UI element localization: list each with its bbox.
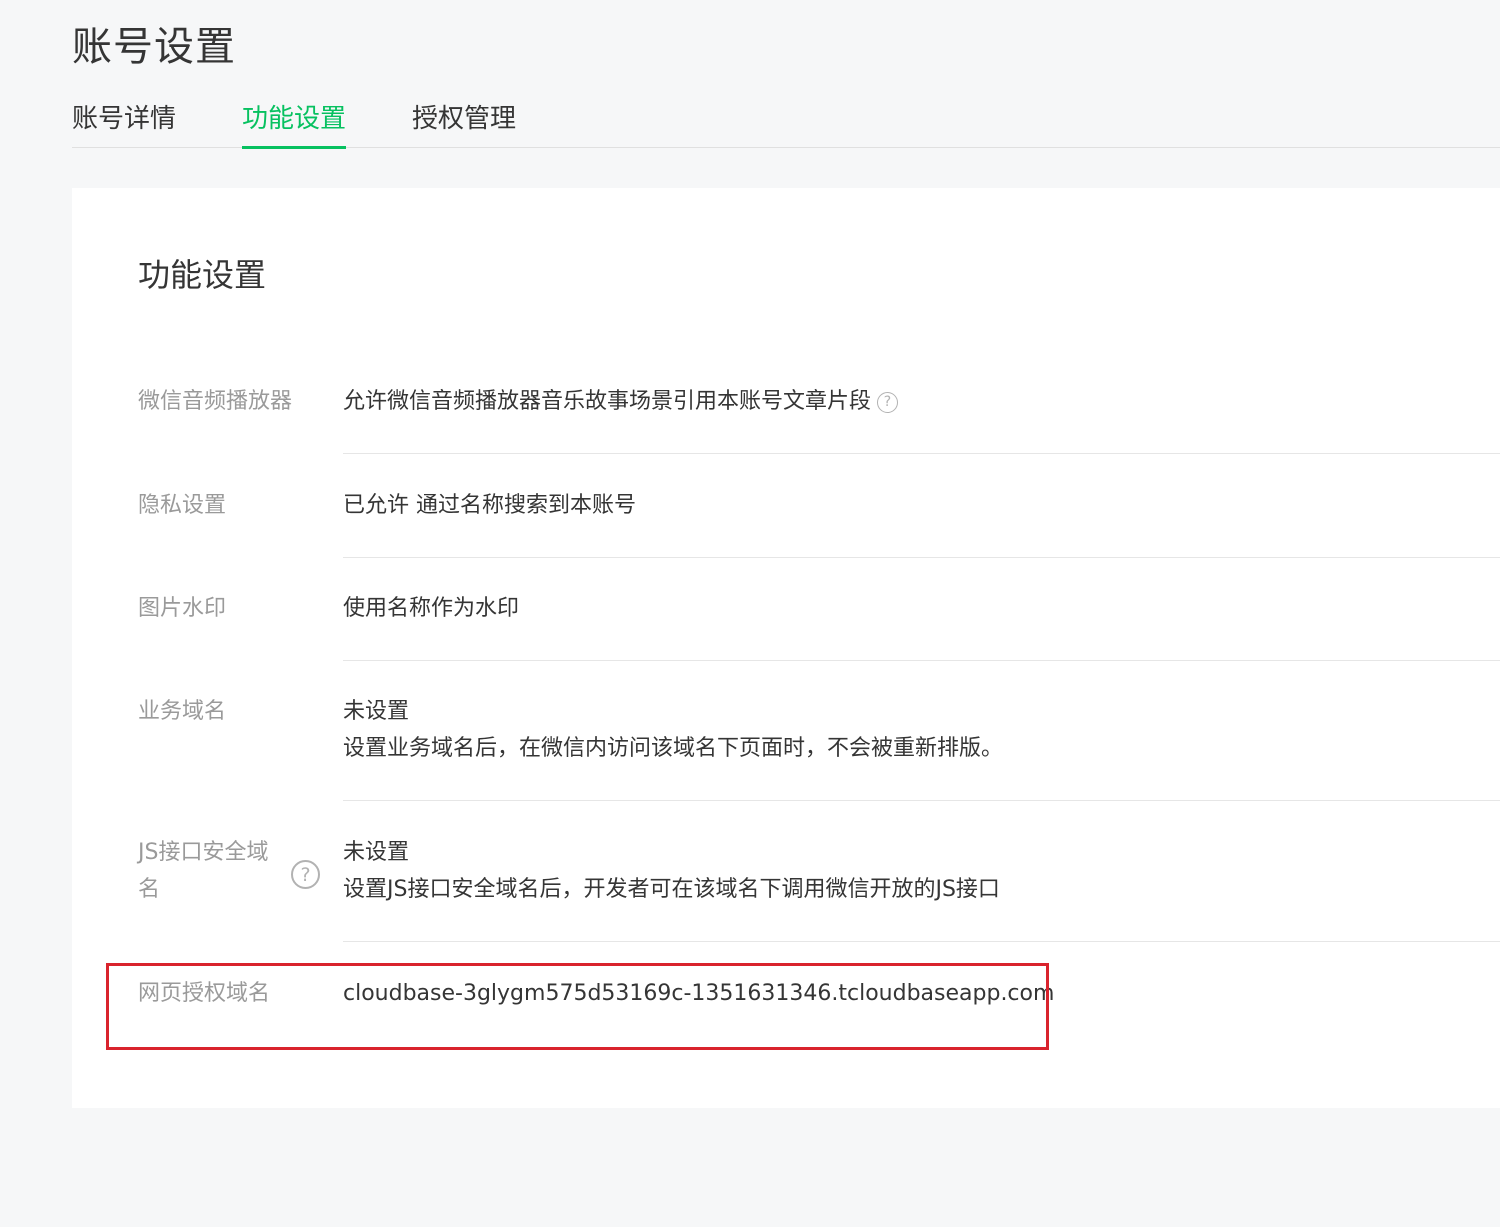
row-value-privacy: 已允许 通过名称搜索到本账号 xyxy=(343,493,636,518)
row-divider xyxy=(343,941,1500,942)
row-label-privacy: 隐私设置 xyxy=(138,493,227,518)
help-icon[interactable]: ? xyxy=(291,860,320,889)
row-desc-business-domain: 设置业务域名后，在微信内访问该域名下页面时，不会被重新排版。 xyxy=(343,736,1004,761)
row-divider xyxy=(343,453,1500,454)
row-divider xyxy=(343,660,1500,661)
tab-authorization-management[interactable]: 授权管理 xyxy=(412,100,516,148)
row-desc-js-domain: 设置JS接口安全域名后，开发者可在该域名下调用微信开放的JS接口 xyxy=(343,877,1000,902)
row-divider xyxy=(343,800,1500,801)
row-label-js-domain-line1: JS接口安全域 xyxy=(138,840,269,865)
settings-card: 功能设置 微信音频播放器 允许微信音频播放器音乐故事场景引用本账号文章片段? 隐… xyxy=(72,188,1500,1108)
tab-bar: 账号详情 功能设置 授权管理 xyxy=(72,100,1500,149)
help-icon[interactable]: ? xyxy=(877,391,899,413)
row-label-js-domain-line2: 名 xyxy=(138,877,161,902)
row-value-js-domain: 未设置 xyxy=(343,840,410,865)
audio-player-text: 允许微信音频播放器音乐故事场景引用本账号文章片段 xyxy=(343,389,872,414)
highlight-box xyxy=(106,963,1049,1050)
tab-account-details[interactable]: 账号详情 xyxy=(72,100,176,148)
row-value-watermark: 使用名称作为水印 xyxy=(343,596,520,621)
row-label-business-domain: 业务域名 xyxy=(138,699,227,724)
row-value-audio-player: 允许微信音频播放器音乐故事场景引用本账号文章片段? xyxy=(343,384,1443,420)
section-title: 功能设置 xyxy=(138,256,267,294)
tab-feature-settings[interactable]: 功能设置 xyxy=(242,100,347,149)
row-value-business-domain: 未设置 xyxy=(343,699,410,724)
row-divider xyxy=(343,557,1500,558)
page-title: 账号设置 xyxy=(72,24,236,70)
row-label-audio-player: 微信音频播放器 xyxy=(138,389,293,414)
row-label-watermark: 图片水印 xyxy=(138,596,227,621)
